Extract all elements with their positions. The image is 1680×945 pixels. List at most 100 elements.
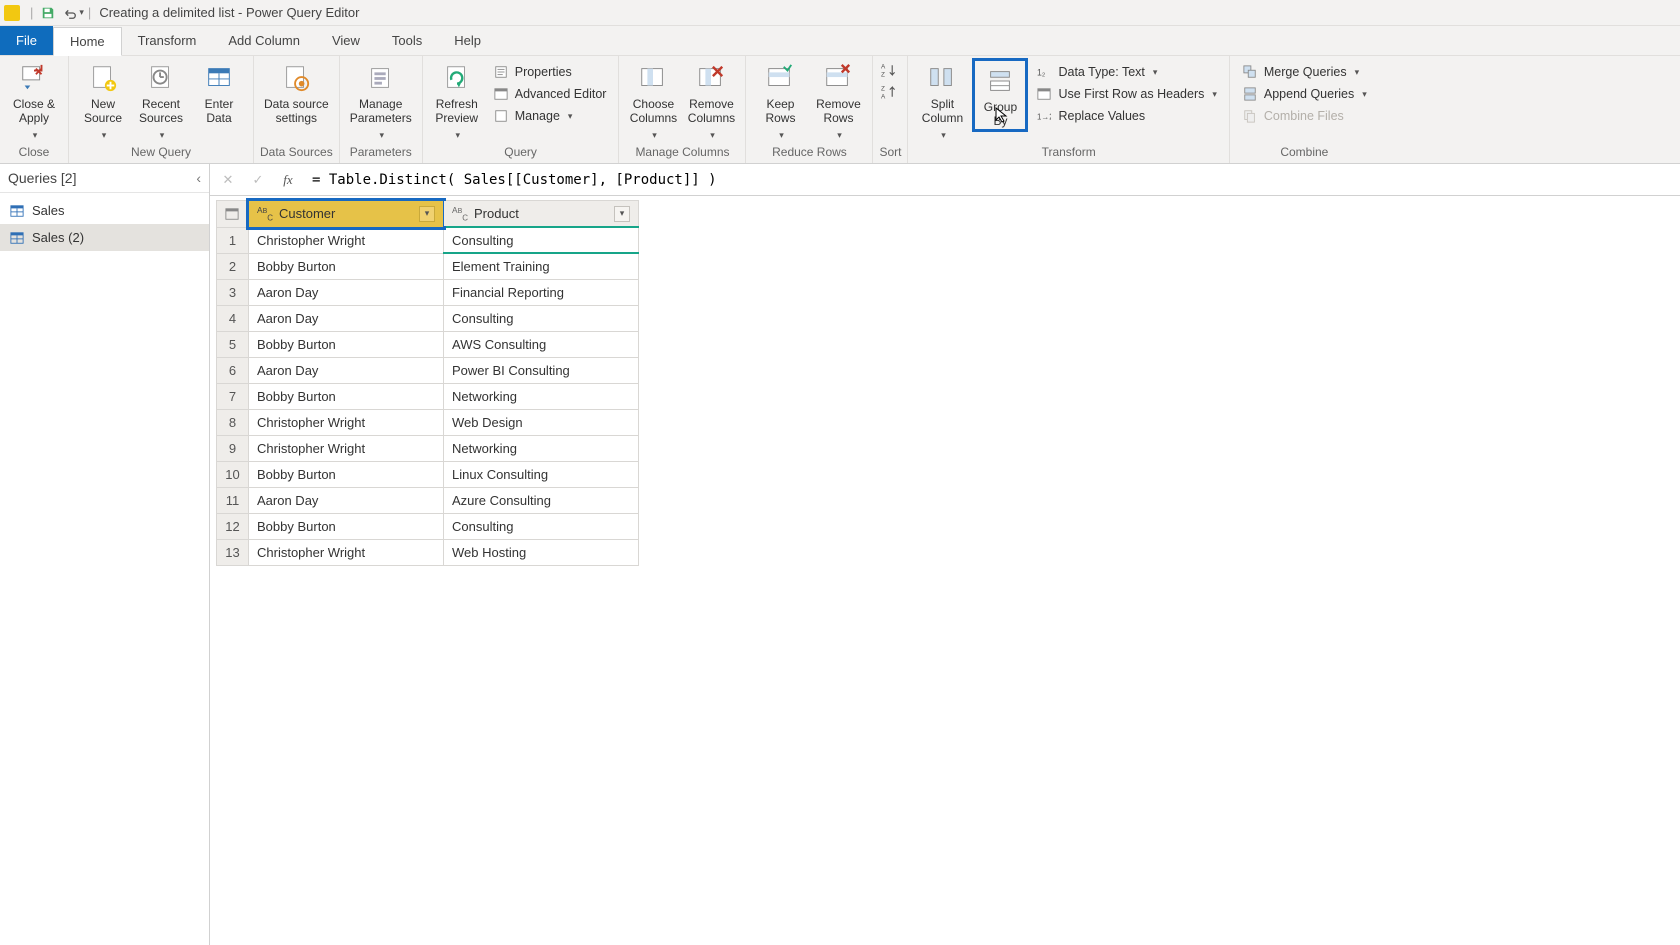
table-row[interactable]: 13Christopher WrightWeb Hosting: [217, 539, 639, 565]
table-row[interactable]: 4Aaron DayConsulting: [217, 305, 639, 331]
remove-columns-button[interactable]: Remove Columns: [683, 58, 739, 141]
enter-data-button[interactable]: Enter Data: [191, 58, 247, 126]
keep-rows-button[interactable]: Keep Rows: [752, 58, 808, 141]
cell-product[interactable]: Consulting: [444, 227, 639, 253]
tab-transform[interactable]: Transform: [122, 26, 213, 55]
table-row[interactable]: 5Bobby BurtonAWS Consulting: [217, 331, 639, 357]
cell-customer[interactable]: Aaron Day: [249, 357, 444, 383]
refresh-preview-button[interactable]: Refresh Preview: [429, 58, 485, 141]
table-row[interactable]: 6Aaron DayPower BI Consulting: [217, 357, 639, 383]
row-number[interactable]: 1: [217, 227, 249, 253]
collapse-queries-icon[interactable]: ‹: [196, 170, 201, 186]
replace-values-button[interactable]: 1→2 Replace Values: [1030, 106, 1222, 126]
filter-dropdown-icon[interactable]: ▾: [614, 206, 630, 222]
remove-rows-button[interactable]: Remove Rows: [810, 58, 866, 141]
append-queries-button[interactable]: Append Queries ▾: [1236, 84, 1373, 104]
properties-icon: [493, 64, 509, 80]
row-number[interactable]: 2: [217, 253, 249, 279]
tab-home[interactable]: Home: [53, 27, 122, 56]
advanced-editor-button[interactable]: Advanced Editor: [487, 84, 613, 104]
cell-product[interactable]: Consulting: [444, 305, 639, 331]
table-row[interactable]: 3Aaron DayFinancial Reporting: [217, 279, 639, 305]
row-number[interactable]: 12: [217, 513, 249, 539]
row-number[interactable]: 3: [217, 279, 249, 305]
cell-product[interactable]: Networking: [444, 435, 639, 461]
svg-text:1₂: 1₂: [1037, 68, 1045, 78]
cell-customer[interactable]: Bobby Burton: [249, 383, 444, 409]
cell-product[interactable]: Consulting: [444, 513, 639, 539]
ribbon-group-manage-columns: Choose Columns Remove Columns Manage Col…: [619, 56, 746, 163]
table-row[interactable]: 7Bobby BurtonNetworking: [217, 383, 639, 409]
cell-customer[interactable]: Christopher Wright: [249, 227, 444, 253]
formula-input[interactable]: [306, 168, 1674, 192]
fx-icon[interactable]: fx: [276, 172, 300, 188]
cell-customer[interactable]: Bobby Burton: [249, 253, 444, 279]
tab-add-column[interactable]: Add Column: [212, 26, 316, 55]
cell-customer[interactable]: Christopher Wright: [249, 409, 444, 435]
cell-product[interactable]: Networking: [444, 383, 639, 409]
tab-view[interactable]: View: [316, 26, 376, 55]
tab-file[interactable]: File: [0, 26, 53, 55]
cell-product[interactable]: Azure Consulting: [444, 487, 639, 513]
properties-button[interactable]: Properties: [487, 62, 613, 82]
table-row[interactable]: 8Christopher WrightWeb Design: [217, 409, 639, 435]
query-item-sales-2[interactable]: Sales (2): [0, 224, 209, 251]
row-number[interactable]: 4: [217, 305, 249, 331]
split-column-button[interactable]: Split Column: [914, 58, 970, 141]
new-source-button[interactable]: New Source: [75, 58, 131, 141]
choose-columns-button[interactable]: Choose Columns: [625, 58, 681, 141]
row-number[interactable]: 5: [217, 331, 249, 357]
table-row[interactable]: 1Christopher WrightConsulting: [217, 227, 639, 253]
close-apply-button[interactable]: Close & Apply: [6, 58, 62, 141]
cell-product[interactable]: Financial Reporting: [444, 279, 639, 305]
column-header-product[interactable]: ABC Product ▾: [444, 201, 639, 228]
manage-parameters-button[interactable]: Manage Parameters: [346, 58, 416, 141]
save-icon[interactable]: [39, 4, 57, 22]
manage-button[interactable]: Manage ▾: [487, 106, 613, 126]
sort-asc-button[interactable]: AZ: [879, 60, 899, 80]
cell-product[interactable]: Web Hosting: [444, 539, 639, 565]
cell-product[interactable]: Web Design: [444, 409, 639, 435]
tab-help[interactable]: Help: [438, 26, 497, 55]
use-first-row-headers-button[interactable]: Use First Row as Headers ▾: [1030, 84, 1222, 104]
table-select-all-button[interactable]: [217, 201, 249, 228]
group-by-button[interactable]: Group By: [972, 58, 1028, 132]
cell-product[interactable]: Power BI Consulting: [444, 357, 639, 383]
tab-tools[interactable]: Tools: [376, 26, 438, 55]
row-number[interactable]: 7: [217, 383, 249, 409]
row-number[interactable]: 11: [217, 487, 249, 513]
cell-customer[interactable]: Bobby Burton: [249, 461, 444, 487]
data-type-button[interactable]: 1₂ Data Type: Text ▾: [1030, 62, 1222, 82]
query-item-sales[interactable]: Sales: [0, 197, 209, 224]
cell-customer[interactable]: Aaron Day: [249, 305, 444, 331]
table-row[interactable]: 11Aaron DayAzure Consulting: [217, 487, 639, 513]
row-number[interactable]: 10: [217, 461, 249, 487]
cell-product[interactable]: Linux Consulting: [444, 461, 639, 487]
cell-customer[interactable]: Aaron Day: [249, 279, 444, 305]
table-row[interactable]: 10Bobby BurtonLinux Consulting: [217, 461, 639, 487]
column-header-customer[interactable]: ABC Customer ▾: [249, 201, 444, 228]
filter-dropdown-icon[interactable]: ▾: [419, 206, 435, 222]
cancel-formula-button[interactable]: ✕: [216, 168, 240, 192]
table-row[interactable]: 12Bobby BurtonConsulting: [217, 513, 639, 539]
cell-product[interactable]: AWS Consulting: [444, 331, 639, 357]
row-number[interactable]: 6: [217, 357, 249, 383]
data-source-settings-button[interactable]: Data source settings: [260, 58, 333, 126]
undo-icon[interactable]: [61, 4, 79, 22]
cell-customer[interactable]: Aaron Day: [249, 487, 444, 513]
cell-product[interactable]: Element Training: [444, 253, 639, 279]
row-number[interactable]: 13: [217, 539, 249, 565]
cell-customer[interactable]: Christopher Wright: [249, 435, 444, 461]
sort-desc-button[interactable]: ZA: [879, 82, 899, 102]
row-number[interactable]: 9: [217, 435, 249, 461]
cell-customer[interactable]: Bobby Burton: [249, 331, 444, 357]
queries-pane: Queries [2] ‹ Sales Sales (2): [0, 164, 210, 945]
row-number[interactable]: 8: [217, 409, 249, 435]
recent-sources-button[interactable]: Recent Sources: [133, 58, 189, 141]
cell-customer[interactable]: Christopher Wright: [249, 539, 444, 565]
merge-queries-button[interactable]: Merge Queries ▾: [1236, 62, 1373, 82]
table-row[interactable]: 9Christopher WrightNetworking: [217, 435, 639, 461]
table-row[interactable]: 2Bobby BurtonElement Training: [217, 253, 639, 279]
commit-formula-button[interactable]: ✓: [246, 168, 270, 192]
cell-customer[interactable]: Bobby Burton: [249, 513, 444, 539]
